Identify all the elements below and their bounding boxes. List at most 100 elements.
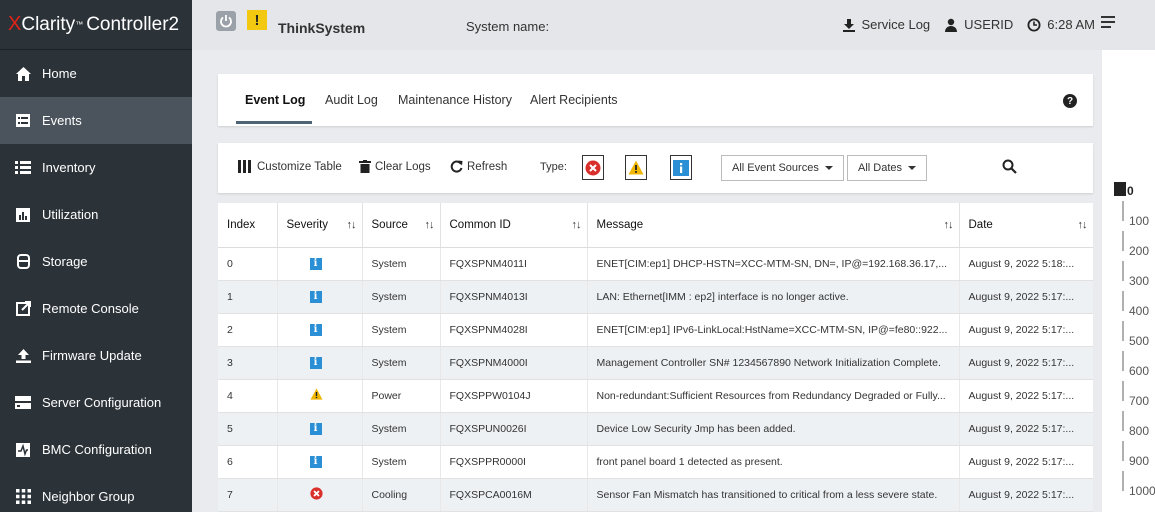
- source-cell: System: [362, 445, 441, 479]
- severity-cell: i: [277, 412, 363, 446]
- table-row[interactable]: 5 i System FQXSPUN0026I Device Low Security …: [218, 412, 1093, 446]
- sidebar-item-remote-console[interactable]: Remote Console: [0, 285, 192, 332]
- power-icon[interactable]: [216, 11, 236, 31]
- refresh-button[interactable]: Refresh: [450, 160, 507, 173]
- table-row[interactable]: 1 i System FQXSPNM4013I LAN: Ethernet[IMM : …: [218, 280, 1093, 314]
- table-header-row: Index Severity ↑↓ Source ↑↓ Common ID ↑↓ Messag…: [218, 203, 1093, 248]
- table-row[interactable]: 4 Power FQXSPPW0104J Non-redundant:Sufficie…: [218, 379, 1093, 413]
- sidebar-item-neighbor-group[interactable]: Neighbor Group: [0, 473, 192, 512]
- type-filter-error[interactable]: [582, 155, 604, 180]
- sidebar-item-utilization[interactable]: Utilization: [0, 191, 192, 238]
- dates-dropdown[interactable]: All Dates: [847, 155, 928, 181]
- message-cell: Management Controller SN# 1234567890 Net…: [587, 346, 960, 380]
- warning-icon[interactable]: !: [247, 10, 267, 30]
- sidebar-item-inventory[interactable]: Inventory: [0, 144, 192, 191]
- message-cell: Sensor Fan Mismatch has transitioned to …: [587, 478, 960, 512]
- severity-cell: i: [277, 313, 363, 347]
- info-icon: i: [309, 423, 322, 435]
- scale-tick: [1122, 261, 1124, 281]
- date-cell: August 9, 2022 5:17:...: [959, 346, 1093, 380]
- tab-event-log[interactable]: Event Log: [245, 93, 305, 107]
- search-icon[interactable]: [1002, 159, 1017, 179]
- scale-label: 300: [1129, 274, 1150, 288]
- index-cell: 7: [218, 478, 278, 512]
- id-cell: FQXSPNM4013I: [440, 280, 588, 314]
- event-toolbar: Customize Table Clear Logs Refresh Type:…: [218, 143, 1093, 193]
- scale-label: 1000: [1129, 484, 1155, 498]
- scale-tick: [1122, 471, 1124, 491]
- column-header-message[interactable]: Message ↑↓: [587, 203, 960, 248]
- user-menu[interactable]: USERID: [944, 17, 1013, 32]
- neighbor-group-icon: [14, 488, 32, 506]
- severity-cell: [277, 478, 363, 512]
- index-cell: 3: [218, 346, 278, 380]
- table-row[interactable]: 0 i System FQXSPNM4011I ENET[CIM:ep1] DHCP-H…: [218, 247, 1093, 281]
- info-icon: i: [309, 258, 322, 270]
- sort-icon[interactable]: ↑↓: [425, 219, 435, 231]
- tab-maintenance-history[interactable]: Maintenance History: [398, 93, 512, 107]
- table-row[interactable]: 3 i System FQXSPNM4000I Management Controlle…: [218, 346, 1093, 380]
- user-label: USERID: [964, 17, 1014, 32]
- error-icon: [309, 486, 323, 503]
- column-header-date[interactable]: Date ↑↓: [959, 203, 1093, 248]
- event-sources-dropdown[interactable]: All Event Sources: [721, 155, 844, 181]
- index-cell: 4: [218, 379, 278, 413]
- table-row[interactable]: 2 i System FQXSPNM4028I ENET[CIM:ep1] IPv6-L…: [218, 313, 1093, 347]
- tab-alert-recipients[interactable]: Alert Recipients: [530, 93, 618, 107]
- help-icon[interactable]: ?: [1063, 94, 1077, 108]
- column-header-common-id[interactable]: Common ID ↑↓: [440, 203, 588, 248]
- sidebar-item-firmware-update[interactable]: Firmware Update: [0, 332, 192, 379]
- scale-tick: [1122, 411, 1124, 431]
- info-icon: i: [309, 357, 322, 369]
- column-header-source[interactable]: Source ↑↓: [362, 203, 441, 248]
- column-header-severity[interactable]: Severity ↑↓: [277, 203, 363, 248]
- scale-label: 600: [1129, 364, 1150, 378]
- id-cell: FQXSPCA0016M: [440, 478, 588, 512]
- type-filter-label: Type:: [540, 161, 567, 173]
- type-filter-warning[interactable]: [625, 155, 647, 180]
- scale-handle[interactable]: [1114, 182, 1126, 196]
- sort-icon[interactable]: ↑↓: [347, 219, 357, 231]
- tab-audit-log[interactable]: Audit Log: [325, 93, 378, 107]
- sidebar-item-storage[interactable]: Storage: [0, 238, 192, 285]
- event-sources-value: All Event Sources: [732, 162, 819, 174]
- sidebar-item-label: BMC Configuration: [42, 442, 152, 457]
- severity-cell: i: [277, 247, 363, 281]
- inventory-icon: [14, 159, 32, 177]
- source-cell: System: [362, 280, 441, 314]
- date-cell: August 9, 2022 5:17:...: [959, 379, 1093, 413]
- sort-icon[interactable]: ↑↓: [1078, 219, 1088, 231]
- service-log-link[interactable]: Service Log: [842, 17, 931, 32]
- sidebar: X Clarity ™ Controller2 Home Events Inventory…: [0, 0, 192, 512]
- sidebar-item-bmc-configuration[interactable]: BMC Configuration: [0, 426, 192, 473]
- scale-tick: [1122, 231, 1124, 251]
- sidebar-item-label: Remote Console: [42, 301, 139, 316]
- scale-label: 200: [1129, 244, 1150, 258]
- service-log-label: Service Log: [861, 17, 931, 32]
- table-row[interactable]: 6 i System FQXSPPR0000I front panel board 1 …: [218, 445, 1093, 479]
- hamburger-menu-icon[interactable]: [1101, 15, 1115, 34]
- sidebar-item-server-configuration[interactable]: Server Configuration: [0, 379, 192, 426]
- remote-console-icon: [14, 300, 32, 318]
- column-header-label: Index: [227, 218, 256, 231]
- info-icon: [673, 159, 689, 176]
- zoom-scale[interactable]: 0 100 200 300 400 500 600 700 800 900 1000: [1112, 180, 1155, 512]
- customize-table-label: Customize Table: [257, 160, 342, 173]
- sidebar-item-home[interactable]: Home: [0, 50, 192, 97]
- column-header-index[interactable]: Index: [218, 203, 278, 248]
- download-icon: [842, 18, 855, 32]
- sort-icon[interactable]: ↑↓: [572, 219, 582, 231]
- table-row[interactable]: 7 Cooling FQXSPCA0016M Sensor Fan Mismatch …: [218, 478, 1093, 512]
- message-cell: LAN: Ethernet[IMM : ep2] interface is no…: [587, 280, 960, 314]
- index-cell: 0: [218, 247, 278, 281]
- type-filter-info[interactable]: [670, 155, 692, 180]
- customize-table-button[interactable]: Customize Table: [238, 160, 342, 173]
- id-cell: FQXSPPW0104J: [440, 379, 588, 413]
- severity-cell: i: [277, 346, 363, 380]
- info-icon: i: [309, 456, 322, 468]
- clear-logs-button[interactable]: Clear Logs: [359, 160, 431, 173]
- sidebar-item-events[interactable]: Events: [0, 97, 192, 144]
- index-cell: 1: [218, 280, 278, 314]
- sort-icon[interactable]: ↑↓: [944, 219, 954, 231]
- source-cell: System: [362, 313, 441, 347]
